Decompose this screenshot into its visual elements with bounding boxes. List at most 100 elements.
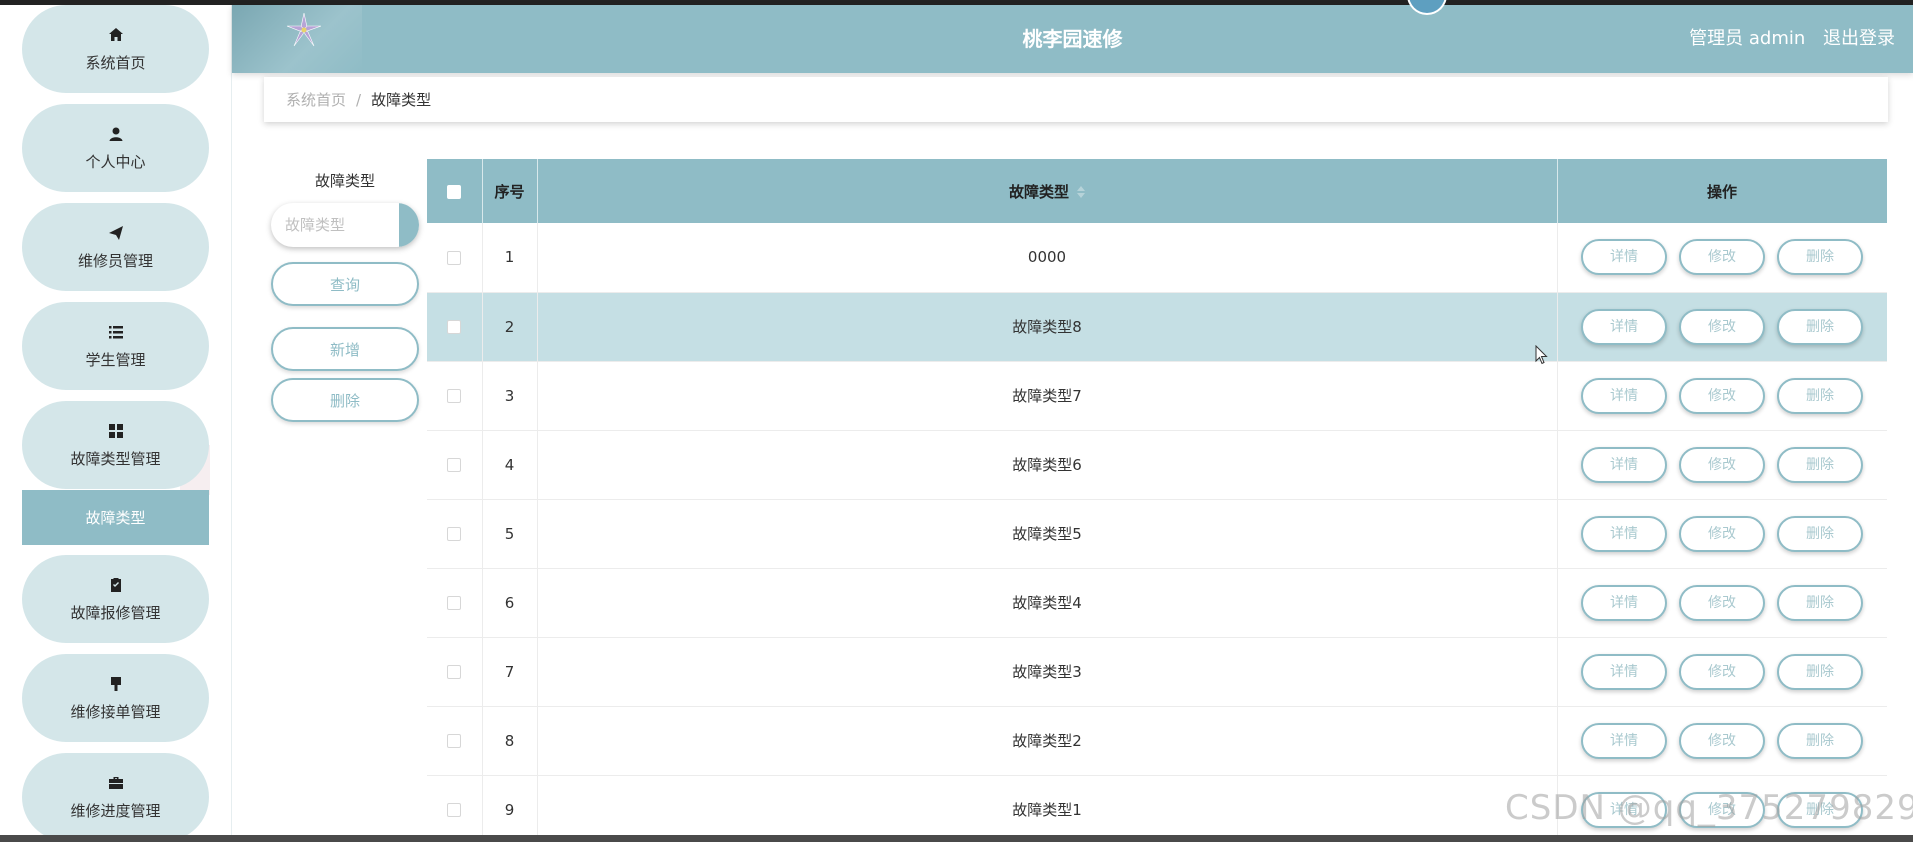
row-actions: 详情 修改 删除 — [1557, 637, 1887, 707]
row-checkbox[interactable] — [447, 320, 462, 334]
table-row: 8 故障类型2 详情 修改 删除 — [427, 706, 1887, 776]
header-user-area: 管理员 admin 退出登录 — [1677, 5, 1895, 73]
row-checkbox[interactable] — [447, 665, 462, 679]
delete-button[interactable]: 删除 — [1777, 515, 1863, 552]
delete-button[interactable]: 删除 — [1777, 377, 1863, 414]
row-index: 5 — [482, 499, 538, 569]
row-fault-type: 0000 — [537, 223, 1558, 293]
row-select-cell — [427, 775, 483, 835]
sidebar-item-label: 故障报修管理 — [70, 603, 161, 622]
row-select-cell — [427, 361, 483, 431]
breadcrumb: 系统首页 / 故障类型 — [264, 77, 1888, 122]
table-row: 5 故障类型5 详情 修改 删除 — [427, 499, 1887, 569]
row-checkbox[interactable] — [447, 389, 462, 403]
select-all-checkbox[interactable] — [447, 184, 462, 199]
edit-button[interactable]: 修改 — [1679, 722, 1765, 759]
row-fault-type: 故障类型6 — [537, 430, 1558, 500]
edit-button[interactable]: 修改 — [1679, 584, 1765, 621]
delete-button[interactable]: 删除 — [1777, 239, 1863, 276]
row-fault-type: 故障类型4 — [537, 568, 1558, 638]
detail-button[interactable]: 详情 — [1581, 446, 1667, 483]
table-row: 1 0000 详情 修改 删除 — [427, 223, 1887, 293]
query-button[interactable]: 查询 — [271, 262, 419, 306]
row-actions: 详情 修改 删除 — [1557, 499, 1887, 569]
user-label: 管理员 admin — [1689, 28, 1806, 49]
edit-button[interactable]: 修改 — [1679, 446, 1765, 483]
briefcase-icon — [107, 774, 125, 792]
detail-button[interactable]: 详情 — [1581, 377, 1667, 414]
row-fault-type: 故障类型7 — [537, 361, 1558, 431]
row-index: 9 — [482, 775, 538, 835]
row-checkbox[interactable] — [447, 250, 462, 265]
table-header-row: 序号 故障类型 操作 — [427, 159, 1887, 223]
detail-button[interactable]: 详情 — [1581, 239, 1667, 276]
row-select-cell — [427, 223, 483, 293]
row-fault-type: 故障类型2 — [537, 706, 1558, 776]
row-actions: 详情 修改 删除 — [1557, 223, 1887, 293]
delete-button[interactable]: 删除 — [1777, 722, 1863, 759]
sidebar-item-label: 个人中心 — [85, 152, 146, 171]
detail-button[interactable]: 详情 — [1581, 584, 1667, 621]
row-checkbox[interactable] — [447, 458, 462, 472]
row-fault-type: 故障类型3 — [537, 637, 1558, 707]
header-type[interactable]: 故障类型 — [537, 159, 1558, 223]
row-checkbox[interactable] — [447, 734, 462, 748]
search-input[interactable] — [271, 203, 401, 247]
sidebar-item-label: 维修接单管理 — [70, 702, 161, 721]
batch-delete-button[interactable]: 删除 — [271, 378, 419, 422]
edit-button[interactable]: 修改 — [1679, 653, 1765, 690]
brush-icon — [107, 675, 125, 693]
fault-type-table: 序号 故障类型 操作 1 0000 详情 修改 删除 2 故障类型8 详情 修改 删除 3 故障类型7… — [427, 159, 1887, 835]
delete-button[interactable]: 删除 — [1777, 446, 1863, 483]
row-checkbox[interactable] — [447, 527, 462, 541]
row-actions: 详情 修改 删除 — [1557, 292, 1887, 362]
sidebar-item-repair-orders[interactable]: 维修接单管理 — [22, 654, 209, 742]
row-actions: 详情 修改 删除 — [1557, 706, 1887, 776]
breadcrumb-home-link[interactable]: 系统首页 — [286, 89, 346, 110]
edit-button[interactable]: 修改 — [1679, 515, 1765, 552]
sidebar-item-label: 维修进度管理 — [70, 801, 161, 820]
row-checkbox[interactable] — [447, 596, 462, 610]
header-select-all-cell — [427, 159, 483, 223]
table-row: 6 故障类型4 详情 修改 删除 — [427, 568, 1887, 638]
search-field-label: 故障类型 — [314, 172, 375, 190]
search-input-wrapper — [271, 203, 419, 247]
delete-button[interactable]: 删除 — [1777, 584, 1863, 621]
sidebar-item-home[interactable]: 系统首页 — [22, 5, 209, 93]
app-title: 桃李园速修 — [1022, 27, 1123, 51]
row-fault-type: 故障类型5 — [537, 499, 1558, 569]
sidebar-item-profile[interactable]: 个人中心 — [22, 104, 209, 192]
breadcrumb-separator: / — [356, 90, 362, 109]
sidebar-item-fault-types[interactable]: 故障类型管理 — [22, 401, 209, 489]
sidebar-item-repair-requests[interactable]: 故障报修管理 — [22, 555, 209, 643]
sidebar-item-students[interactable]: 学生管理 — [22, 302, 209, 390]
add-button[interactable]: 新增 — [271, 327, 419, 371]
row-select-cell — [427, 292, 483, 362]
user-icon — [107, 125, 125, 143]
detail-button[interactable]: 详情 — [1581, 308, 1667, 345]
detail-button[interactable]: 详情 — [1581, 722, 1667, 759]
row-fault-type: 故障类型1 — [537, 775, 1558, 835]
sidebar-item-repairers[interactable]: 维修员管理 — [22, 203, 209, 291]
row-index: 3 — [482, 361, 538, 431]
logout-link[interactable]: 退出登录 — [1823, 28, 1895, 49]
detail-button[interactable]: 详情 — [1581, 515, 1667, 552]
delete-button[interactable]: 删除 — [1777, 308, 1863, 345]
sidebar: 系统首页 个人中心 维修员管理 学生管理 故障类型管理 故障类型 故障报修管理 … — [0, 5, 232, 835]
list-icon — [107, 323, 125, 341]
table-row: 3 故障类型7 详情 修改 删除 — [427, 361, 1887, 431]
mouse-cursor-icon — [1535, 345, 1548, 365]
clipboard-icon — [107, 576, 125, 594]
edit-button[interactable]: 修改 — [1679, 308, 1765, 345]
sort-icon[interactable] — [1077, 186, 1085, 198]
row-index: 1 — [482, 223, 538, 293]
row-checkbox[interactable] — [447, 803, 462, 817]
sidebar-item-repair-progress[interactable]: 维修进度管理 — [22, 753, 209, 835]
delete-button[interactable]: 删除 — [1777, 653, 1863, 690]
sidebar-item-label: 故障类型管理 — [70, 449, 161, 468]
detail-button[interactable]: 详情 — [1581, 653, 1667, 690]
edit-button[interactable]: 修改 — [1679, 239, 1765, 276]
row-index: 2 — [482, 292, 538, 362]
sidebar-subitem-fault-type[interactable]: 故障类型 — [22, 490, 209, 545]
edit-button[interactable]: 修改 — [1679, 377, 1765, 414]
